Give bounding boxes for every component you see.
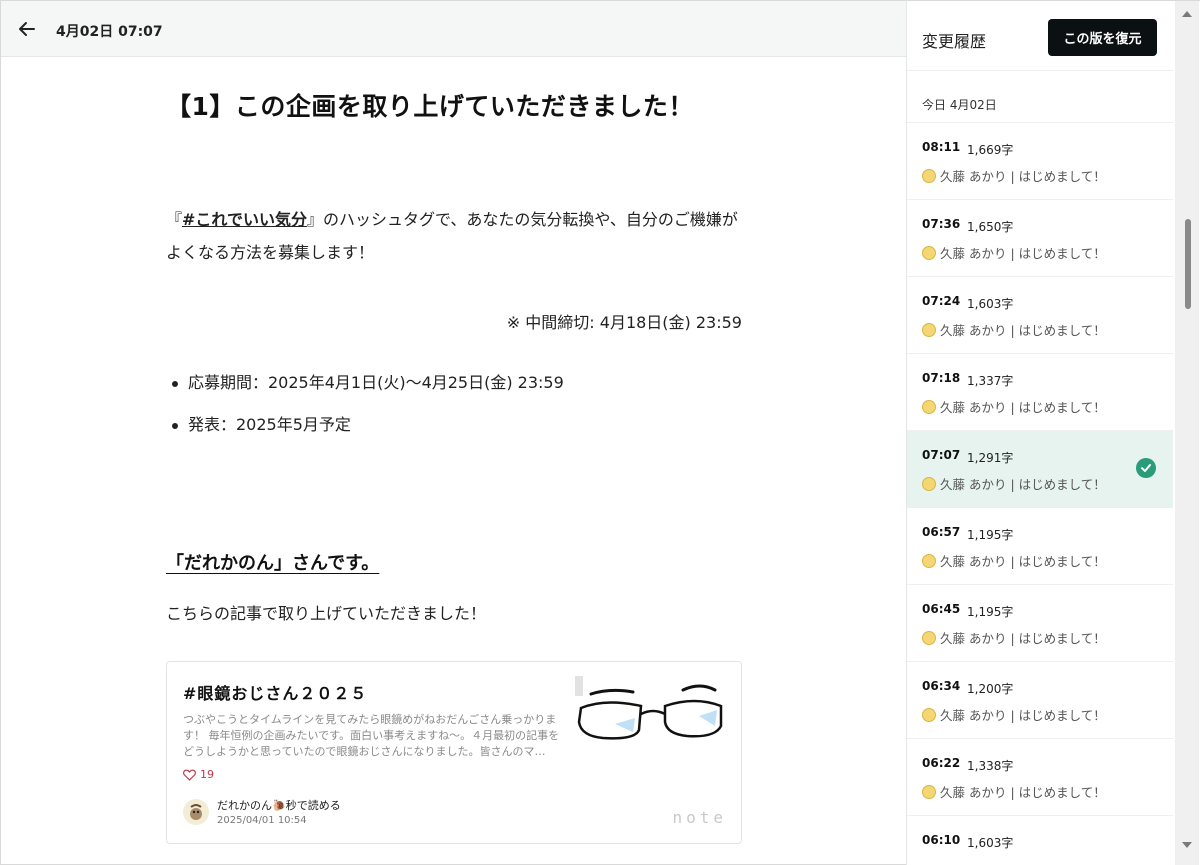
like-count: 19 — [183, 768, 214, 781]
version-author: 久藤 あかり | はじめまして！ — [922, 320, 1106, 339]
restore-version-button[interactable]: この版を復元 — [1048, 19, 1157, 56]
version-author-name: 久藤 あかり | はじめまして！ — [940, 400, 1106, 415]
deadline-note: ※ 中間締切: 4月18日(金) 23:59 — [506, 313, 742, 332]
version-author: 久藤 あかり | はじめまして！ — [922, 166, 1106, 185]
version-item[interactable]: 06:34 1,200字久藤 あかり | はじめまして！ — [907, 661, 1173, 738]
version-author-name: 久藤 あかり | はじめまして！ — [940, 785, 1106, 800]
avatar — [922, 322, 936, 337]
editor-main: 4月02日 07:07 【1】この企画を取り上げていただきました！ 『#これでい… — [0, 0, 906, 865]
intro-paragraph: 『#これでいい気分』のハッシュタグで、あなたの気分転換や、自分のご機嫌がよくなる… — [166, 203, 742, 269]
version-item[interactable]: 06:22 1,338字久藤 あかり | はじめまして！ — [907, 738, 1173, 815]
version-author-name: 久藤 あかり | はじめまして！ — [940, 246, 1106, 261]
version-item[interactable]: 07:07 1,291字久藤 あかり | はじめまして！ — [907, 430, 1173, 507]
version-item[interactable]: 07:36 1,650字久藤 あかり | はじめまして！ — [907, 199, 1173, 276]
version-char-count: 1,337字 — [967, 374, 1014, 388]
version-time: 07:18 — [922, 371, 961, 385]
article-heading: 【1】この企画を取り上げていただきました！ — [166, 92, 694, 121]
scroll-down-arrow-icon[interactable] — [1182, 842, 1192, 848]
avatar — [922, 168, 936, 183]
version-time: 07:36 — [922, 217, 961, 231]
body-text: こちらの記事で取り上げていただきました！ — [166, 604, 487, 623]
avatar — [922, 784, 936, 799]
version-author: 久藤 あかり | はじめまして！ — [922, 705, 1106, 724]
version-author-name: 久藤 あかり | はじめまして！ — [940, 708, 1106, 723]
version-author: 久藤 あかり | はじめまして！ — [922, 474, 1106, 493]
version-time: 06:22 — [922, 756, 961, 770]
version-list: 08:11 1,669字 久藤 あかり | はじめまして！ 07:36 1,650字 久藤… — [907, 122, 1173, 865]
version-item[interactable]: 08:11 1,669字久藤 あかり | はじめまして！ — [907, 122, 1173, 199]
version-time: 08:11 — [922, 140, 961, 154]
scrollbar-thumb[interactable] — [1185, 219, 1191, 309]
version-title: 4月02日 07:07 — [56, 24, 163, 40]
card-excerpt: つぶやこうとタイムラインを見てみたら眼鏡めがねおだんごさん乗っかります！ 毎年恒… — [183, 713, 560, 758]
list-item: 応募期間：2025年4月1日(火)〜4月25日(金) 23:59 — [166, 373, 564, 393]
version-time: 06:45 — [922, 602, 961, 616]
version-author: 久藤 あかり | はじめまして！ — [922, 628, 1106, 647]
version-time: 06:34 — [922, 679, 961, 693]
author-name: だれかのん🐌秒で読める — [217, 799, 341, 812]
version-char-count: 1,603字 — [967, 297, 1014, 311]
version-char-count: 1,200字 — [967, 682, 1014, 696]
note-logo: note — [672, 808, 727, 827]
card-title: #眼鏡おじさん２０２５ — [183, 684, 368, 703]
date-group-label: 今日 4月02日 — [922, 98, 997, 112]
version-char-count: 1,195字 — [967, 605, 1014, 619]
version-time: 07:07 — [922, 448, 961, 462]
version-author-name: 久藤 あかり | はじめまして！ — [940, 631, 1106, 646]
avatar — [922, 399, 936, 414]
version-author: 久藤 あかり | はじめまして！ — [922, 551, 1106, 570]
intro-prefix: 『 — [166, 210, 183, 229]
version-author-name: 久藤 あかり | はじめまして！ — [940, 477, 1106, 492]
version-char-count: 1,669字 — [967, 143, 1014, 157]
scrollbar[interactable] — [1175, 1, 1199, 865]
avatar — [922, 245, 936, 260]
version-author-name: 久藤 あかり | はじめまして！ — [940, 323, 1106, 338]
version-author: 久藤 あかり | はじめまして！ — [922, 397, 1106, 416]
version-time: 07:24 — [922, 294, 961, 308]
hashtag-link[interactable]: #これでいい気分 — [182, 210, 307, 229]
embedded-article-card[interactable]: #眼鏡おじさん２０２５ つぶやこうとタイムラインを見てみたら眼鏡めがねおだんごさ… — [166, 661, 742, 844]
publish-date: 2025/04/01 10:54 — [217, 815, 307, 826]
check-circle-icon — [1136, 458, 1156, 478]
top-bar: 4月02日 07:07 — [1, 1, 906, 57]
avatar — [922, 553, 936, 568]
version-author: 久藤 あかり | はじめまして！ — [922, 243, 1106, 262]
arrow-left-icon — [19, 22, 35, 36]
panel-title: 変更履歴 — [922, 32, 987, 51]
version-char-count: 1,650字 — [967, 220, 1014, 234]
card-author: だれかのん🐌秒で読める 2025/04/01 10:54 — [183, 797, 341, 826]
avatar — [922, 707, 936, 722]
version-history-panel: 変更履歴 この版を復元 今日 4月02日 08:11 1,669字久藤 あかり |… — [906, 0, 1200, 865]
heart-icon — [183, 769, 196, 781]
version-char-count: 1,338字 — [967, 759, 1014, 773]
version-item[interactable]: 07:24 1,603字久藤 あかり | はじめまして！ — [907, 276, 1173, 353]
info-list: 応募期間：2025年4月1日(火)〜4月25日(金) 23:59 発表：2025… — [166, 373, 564, 457]
version-char-count: 1,291字 — [967, 451, 1014, 465]
version-author-name: 久藤 あかり | はじめまして！ — [940, 554, 1106, 569]
version-time: 06:10 — [922, 833, 961, 847]
version-item[interactable]: 06:10 1,603字 — [907, 815, 1173, 865]
like-count-value: 19 — [200, 768, 214, 781]
avatar — [183, 798, 209, 825]
section-subheading: 「だれかのん」さんです。 — [166, 553, 380, 574]
card-thumbnail — [575, 676, 727, 756]
list-item: 発表：2025年5月予定 — [166, 415, 564, 435]
avatar — [922, 476, 936, 491]
version-item[interactable]: 06:45 1,195字久藤 あかり | はじめまして！ — [907, 584, 1173, 661]
version-author: 久藤 あかり | はじめまして！ — [922, 782, 1106, 801]
scroll-up-arrow-icon[interactable] — [1182, 11, 1192, 17]
version-item[interactable]: 06:57 1,195字久藤 あかり | はじめまして！ — [907, 507, 1173, 584]
version-time: 06:57 — [922, 525, 961, 539]
version-char-count: 1,195字 — [967, 528, 1014, 542]
avatar — [922, 630, 936, 645]
version-char-count: 1,603字 — [967, 836, 1014, 850]
version-item[interactable]: 07:18 1,337字久藤 あかり | はじめまして！ — [907, 353, 1173, 430]
panel-header: 変更履歴 この版を復元 — [907, 1, 1173, 71]
back-button[interactable] — [13, 15, 41, 43]
version-author-name: 久藤 あかり | はじめまして！ — [940, 169, 1106, 184]
